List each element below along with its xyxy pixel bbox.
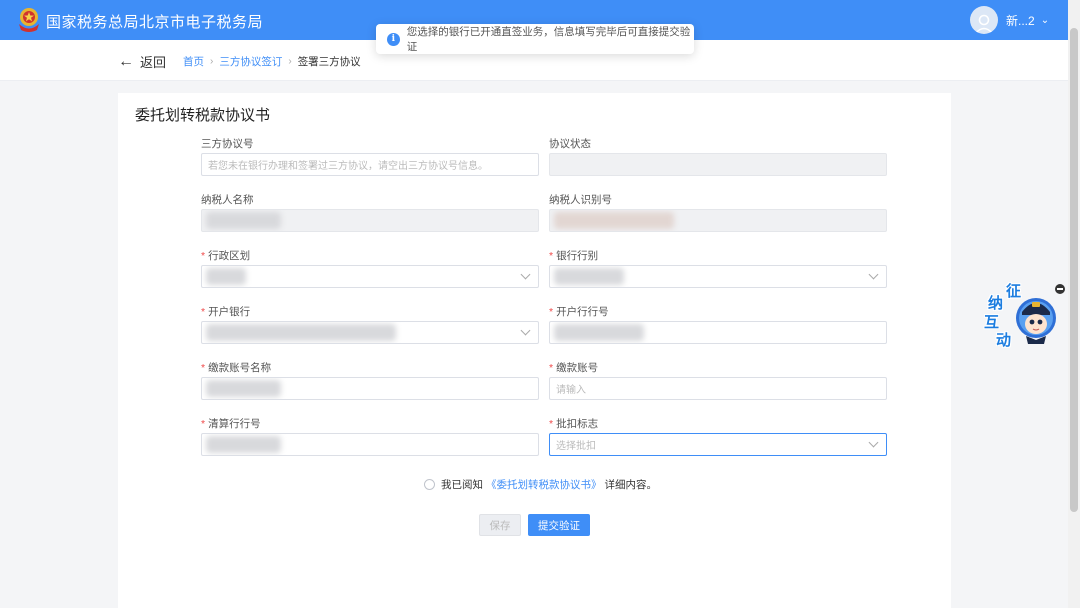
field-account-no: * 缴款账号 请输入 xyxy=(549,360,887,400)
agreement-no-input[interactable]: 若您未在银行办理和签署过三方协议，请空出三方协议号信息。 xyxy=(201,153,539,176)
field-bank-type: * 银行行别 xyxy=(549,248,887,288)
consent-suffix: 详细内容。 xyxy=(604,479,658,491)
field-label: 开户行行号 xyxy=(556,306,609,318)
field-label: 批扣标志 xyxy=(556,418,599,430)
redacted-value xyxy=(554,268,624,285)
required-mark: * xyxy=(549,362,554,374)
page-title: 委托划转税款协议书 xyxy=(135,107,271,124)
save-button[interactable]: 保存 xyxy=(479,514,521,536)
field-label: 行政区划 xyxy=(208,250,251,262)
user-name[interactable]: 新...2 xyxy=(1006,12,1035,29)
agreement-no-placeholder: 若您未在银行办理和签署过三方协议，请空出三方协议号信息。 xyxy=(208,161,488,172)
field-agreement-no: 三方协议号 若您未在银行办理和签署过三方协议，请空出三方协议号信息。 xyxy=(201,136,539,176)
widget-char: 动 xyxy=(996,331,1012,349)
field-open-bank: * 开户银行 xyxy=(201,304,539,344)
back-label[interactable]: 返回 xyxy=(140,52,166,71)
breadcrumb-agreement-sign[interactable]: 三方协议签订 xyxy=(219,54,282,69)
field-open-bank-no: * 开户行行号 xyxy=(549,304,887,344)
clearing-no-input[interactable] xyxy=(201,433,539,456)
field-label: 银行行别 xyxy=(556,250,599,262)
chevron-down-icon[interactable] xyxy=(868,437,879,448)
account-no-input[interactable]: 请输入 xyxy=(549,377,887,400)
account-name-input[interactable] xyxy=(201,377,539,400)
toast-message: 您选择的银行已开通直签业务，信息填写完毕后可直接提交验证 xyxy=(406,26,691,53)
breadcrumb: 首页 › 三方协议签订 › 签署三方协议 xyxy=(183,54,361,69)
agreement-card: 委托划转税款协议书 三方协议号 若您未在银行办理和签署过三方协议，请空出三方协议… xyxy=(118,93,951,608)
field-label: 纳税人识别号 xyxy=(549,194,612,206)
chevron-down-icon[interactable] xyxy=(868,269,879,280)
open-bank-select[interactable] xyxy=(201,321,539,344)
chevron-down-icon[interactable] xyxy=(520,325,531,336)
info-icon: i xyxy=(387,32,400,46)
taxpayer-id-field xyxy=(549,209,887,232)
required-mark: * xyxy=(549,418,554,430)
tax-emblem-icon xyxy=(19,8,39,32)
redacted-value xyxy=(206,436,281,453)
redacted-value xyxy=(554,212,674,229)
info-toast: i 您选择的银行已开通直签业务，信息填写完毕后可直接提交验证 xyxy=(376,24,694,54)
field-region: * 行政区划 xyxy=(201,248,539,288)
field-agreement-status: 协议状态 xyxy=(549,136,887,176)
chevron-down-icon[interactable] xyxy=(520,269,531,280)
agreement-consent: 我已阅知 《委托划转税款协议书》 详细内容。 xyxy=(424,477,657,492)
page-scrollbar[interactable] xyxy=(1068,0,1080,608)
breadcrumb-current: 签署三方协议 xyxy=(297,56,361,68)
required-mark: * xyxy=(201,418,206,430)
required-mark: * xyxy=(201,362,206,374)
required-mark: * xyxy=(201,306,206,318)
minimize-icon[interactable] xyxy=(1055,284,1065,294)
field-label: 开户银行 xyxy=(208,306,251,318)
required-mark: * xyxy=(201,250,206,262)
arrow-left-icon[interactable]: ← xyxy=(118,53,134,70)
consent-radio[interactable] xyxy=(424,479,435,490)
bank-type-select[interactable] xyxy=(549,265,887,288)
widget-char: 纳 xyxy=(988,294,1004,312)
consent-prefix: 我已阅知 xyxy=(441,479,483,491)
field-label: 纳税人名称 xyxy=(201,194,254,206)
open-bank-no-input[interactable] xyxy=(549,321,887,344)
deduct-flag-select[interactable]: 选择批扣 xyxy=(549,433,887,456)
chevron-down-icon[interactable]: ⌄ xyxy=(1041,15,1049,26)
field-taxpayer-id: 纳税人识别号 xyxy=(549,192,887,232)
field-taxpayer-name: 纳税人名称 xyxy=(201,192,539,232)
taxpayer-interaction-widget[interactable]: 征 纳 互 动 xyxy=(982,280,1065,352)
required-mark: * xyxy=(549,306,554,318)
user-menu[interactable]: 新...2 ⌄ xyxy=(970,6,1049,34)
field-label: 三方协议号 xyxy=(201,138,254,150)
account-no-placeholder: 请输入 xyxy=(556,385,586,396)
breadcrumb-home[interactable]: 首页 xyxy=(183,54,204,69)
redacted-value xyxy=(206,380,281,397)
field-label: 清算行行号 xyxy=(208,418,261,430)
site-title: 国家税务总局北京市电子税务局 xyxy=(46,14,264,31)
field-label: 协议状态 xyxy=(549,138,591,150)
field-label: 缴款账号名称 xyxy=(208,362,272,374)
field-label: 缴款账号 xyxy=(556,362,599,374)
redacted-value xyxy=(554,324,644,341)
required-mark: * xyxy=(549,250,554,262)
submit-verify-button[interactable]: 提交验证 xyxy=(528,514,590,536)
user-avatar-icon[interactable] xyxy=(970,6,998,34)
redacted-value xyxy=(206,212,281,229)
redacted-value xyxy=(206,268,246,285)
scrollbar-thumb[interactable] xyxy=(1070,28,1078,512)
breadcrumb-separator: › xyxy=(210,56,214,67)
region-select[interactable] xyxy=(201,265,539,288)
agreement-status-field xyxy=(549,153,887,176)
widget-char: 征 xyxy=(1006,282,1022,300)
deduct-flag-placeholder: 选择批扣 xyxy=(556,441,596,452)
field-account-name: * 缴款账号名称 xyxy=(201,360,539,400)
taxpayer-name-field xyxy=(201,209,539,232)
agreement-doc-link[interactable]: 《委托划转税款协议书》 xyxy=(486,477,602,492)
field-clearing-no: * 清算行行号 xyxy=(201,416,539,456)
field-deduct-flag: * 批扣标志 选择批扣 xyxy=(549,416,887,456)
breadcrumb-separator: › xyxy=(288,56,292,67)
redacted-value xyxy=(206,324,396,341)
back-button[interactable]: ← 返回 xyxy=(118,52,166,71)
